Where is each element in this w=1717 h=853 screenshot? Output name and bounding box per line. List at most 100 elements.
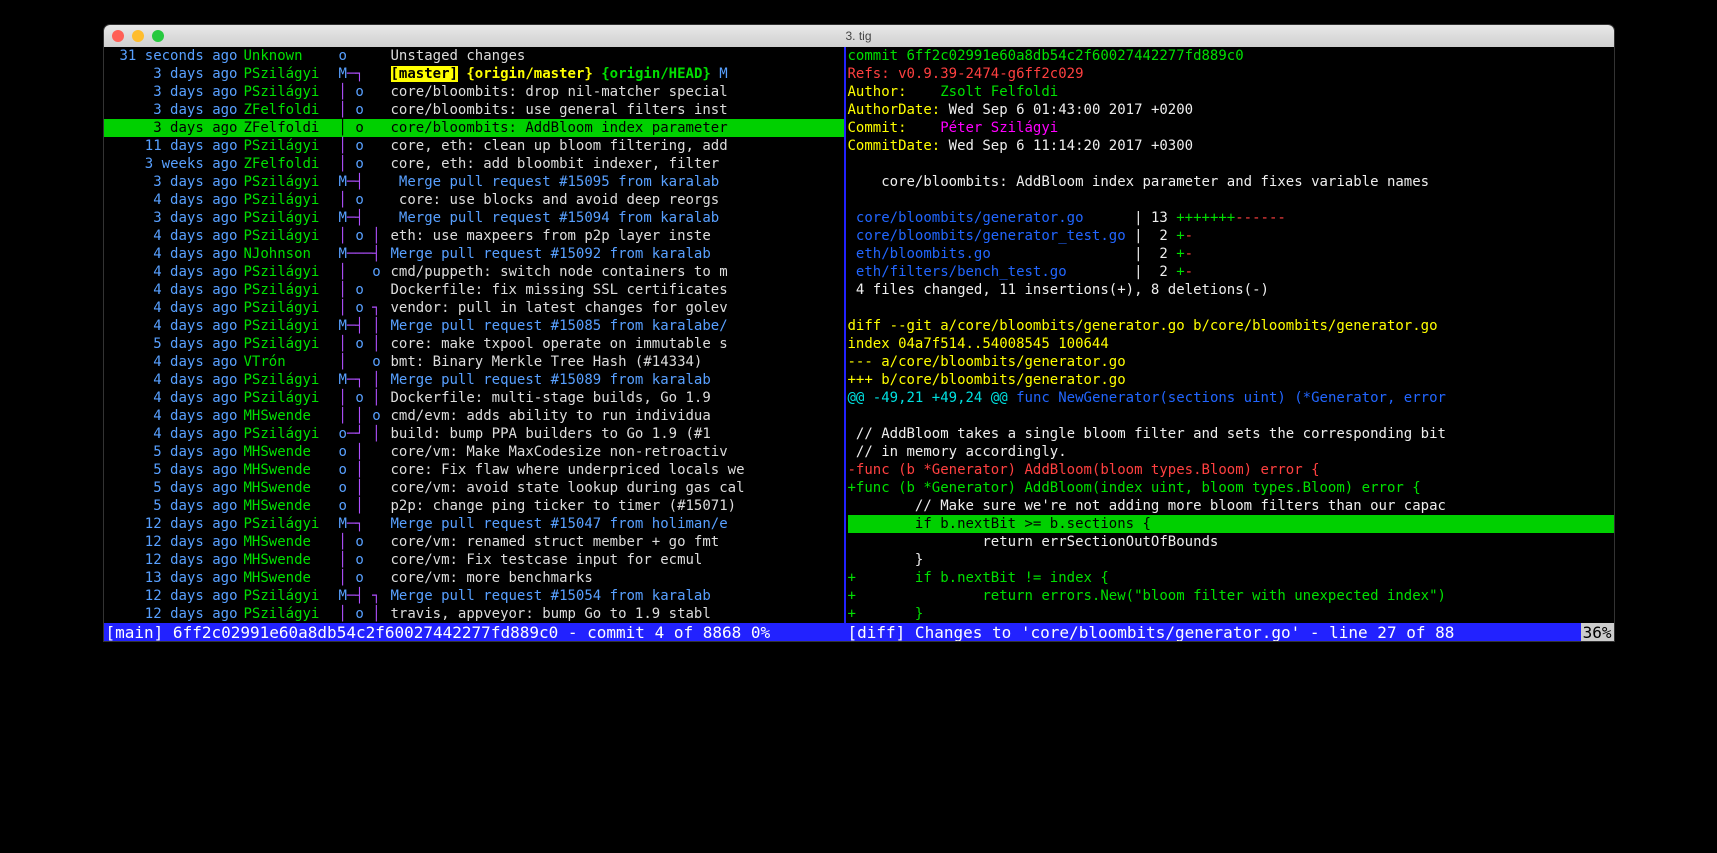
graph-column: │ o [339, 83, 391, 101]
commit-row[interactable]: 5 days agoMHSwendeo │p2p: change ping ti… [104, 497, 844, 515]
commit-author: PSzilágyi [244, 299, 339, 317]
commit-date: 12 days ago [104, 533, 244, 551]
diff-pane[interactable]: commit 6ff2c02991e60a8db54c2f60027442277… [844, 47, 1614, 623]
commit-date: 4 days ago [104, 281, 244, 299]
commit-list-pane[interactable]: 31 seconds agoUnknownoUnstaged changes3 … [104, 47, 844, 623]
commit-row[interactable]: 3 days agoPSzilágyi│ ocore/bloombits: dr… [104, 83, 844, 101]
commit-author: VTrón [244, 353, 339, 371]
terminal-content[interactable]: 31 seconds agoUnknownoUnstaged changes3 … [104, 47, 1614, 623]
commit-author: MHSwende [244, 407, 339, 425]
commit-row[interactable]: 3 days agoPSzilágyiM─┤ Merge pull reques… [104, 173, 844, 191]
commit-author: PSzilágyi [244, 137, 339, 155]
commit-date: 12 days ago [104, 605, 244, 623]
commit-row[interactable]: 3 days agoZFelfoldi│ ocore/bloombits: Ad… [104, 119, 844, 137]
commit-message: p2p: change ping ticker to timer (#15071… [391, 497, 844, 515]
graph-column: o─┘ │ [339, 425, 391, 443]
diff-line-selected: if b.nextBit >= b.sections { [846, 515, 1614, 533]
commit-message: core/vm: avoid state lookup during gas c… [391, 479, 844, 497]
commit-row[interactable]: 13 days agoMHSwende│ ocore/vm: more benc… [104, 569, 844, 587]
commit-row[interactable]: 4 days agoPSzilágyi│ o │Dockerfile: mult… [104, 389, 844, 407]
graph-column: o │ [339, 443, 391, 461]
commit-row[interactable]: 3 days agoZFelfoldi│ ocore/bloombits: us… [104, 101, 844, 119]
commit-row[interactable]: 11 days agoPSzilágyi│ ocore, eth: clean … [104, 137, 844, 155]
commit-row[interactable]: 4 days agoPSzilágyi│ o core: use blocks … [104, 191, 844, 209]
commit-date: 5 days ago [104, 497, 244, 515]
graph-column: │ o [339, 137, 391, 155]
commit-row[interactable]: 4 days agoPSzilágyio─┘ │build: bump PPA … [104, 425, 844, 443]
commit-row[interactable]: 12 days agoPSzilágyiM─┐Merge pull reques… [104, 515, 844, 533]
commit-row[interactable]: 5 days agoMHSwendeo │core/vm: avoid stat… [104, 479, 844, 497]
diff-line: } [846, 551, 1614, 569]
commit-message: core, eth: clean up bloom filtering, add [391, 137, 844, 155]
graph-column: o │ [339, 497, 391, 515]
commit-row[interactable]: 4 days agoMHSwende│ │ ocmd/evm: adds abi… [104, 407, 844, 425]
diff-line: return errSectionOutOfBounds [846, 533, 1614, 551]
commit-row[interactable]: 4 days agoPSzilágyi│ o ┐vendor: pull in … [104, 299, 844, 317]
graph-column: │ o [339, 119, 391, 137]
commit-author: PSzilágyi [244, 587, 339, 605]
commit-row[interactable]: 4 days agoVTrón│ obmt: Binary Merkle Tre… [104, 353, 844, 371]
diff-file-b: +++ b/core/bloombits/generator.go [846, 371, 1614, 389]
graph-column: │ o [339, 263, 391, 281]
close-icon[interactable] [112, 30, 124, 42]
commit-author: PSzilágyi [244, 335, 339, 353]
commit-message: Merge pull request #15092 from karalab [391, 245, 844, 263]
commit-message: core: make txpool operate on immutable s [391, 335, 844, 353]
commit-row[interactable]: 3 days agoPSzilágyiM─┐[master] {origin/m… [104, 65, 844, 83]
graph-column: o [339, 47, 391, 65]
commit-author: ZFelfoldi [244, 119, 339, 137]
commit-message: Unstaged changes [391, 47, 844, 65]
commit-author: PSzilágyi [244, 65, 339, 83]
commit-date: 3 days ago [104, 173, 244, 191]
commit-message: core/vm: Make MaxCodesize non-retroactiv [391, 443, 844, 461]
commit-message: Merge pull request #15054 from karalab [391, 587, 844, 605]
commit-author: PSzilágyi [244, 173, 339, 191]
commit-author: PSzilágyi [244, 83, 339, 101]
commit-row[interactable]: 4 days agoPSzilágyi│ o │eth: use maxpeer… [104, 227, 844, 245]
titlebar[interactable]: 3. tig [104, 25, 1614, 47]
commit-row[interactable]: 31 seconds agoUnknownoUnstaged changes [104, 47, 844, 65]
commit-row[interactable]: 12 days agoPSzilágyiM─┤ ┐Merge pull requ… [104, 587, 844, 605]
graph-column: │ │ o [339, 407, 391, 425]
graph-column: M─┤ │ [339, 317, 391, 335]
commit-date: 12 days ago [104, 551, 244, 569]
commit-row[interactable]: 12 days agoMHSwende│ ocore/vm: Fix testc… [104, 551, 844, 569]
commit-author: PSzilágyi [244, 263, 339, 281]
commit-row[interactable]: 4 days agoPSzilágyi│ ocmd/puppeth: switc… [104, 263, 844, 281]
commit-row[interactable]: 5 days agoPSzilágyi│ o │core: make txpoo… [104, 335, 844, 353]
commit-row[interactable]: 4 days agoPSzilágyi│ oDockerfile: fix mi… [104, 281, 844, 299]
commit-subject: core/bloombits: AddBloom index parameter… [846, 173, 1614, 191]
commit-date: 4 days ago [104, 425, 244, 443]
commit-author: ZFelfoldi [244, 101, 339, 119]
commit-row[interactable]: 3 days agoPSzilágyiM─┤ Merge pull reques… [104, 209, 844, 227]
commit-row[interactable]: 12 days agoMHSwende│ ocore/vm: renamed s… [104, 533, 844, 551]
commit-message: Dockerfile: fix missing SSL certificates [391, 281, 844, 299]
commit-date: 3 days ago [104, 119, 244, 137]
commit-row[interactable]: 5 days agoMHSwendeo │core/vm: Make MaxCo… [104, 443, 844, 461]
commit-message: core: use blocks and avoid deep reorgs [391, 191, 844, 209]
commit-row[interactable]: 4 days agoPSzilágyiM─┤ │Merge pull reque… [104, 317, 844, 335]
commit-row[interactable]: 4 days agoNJohnsonM───┤Merge pull reques… [104, 245, 844, 263]
commit-message: cmd/evm: adds ability to run individua [391, 407, 844, 425]
graph-column: M─┐ [339, 65, 391, 83]
author-date: AuthorDate: Wed Sep 6 01:43:00 2017 +020… [846, 101, 1614, 119]
minimize-icon[interactable] [132, 30, 144, 42]
traffic-lights [112, 30, 164, 42]
commit-row[interactable]: 4 days agoPSzilágyiM─┐ │Merge pull reque… [104, 371, 844, 389]
commit-date: 5 days ago [104, 461, 244, 479]
commit-row[interactable]: 5 days agoMHSwendeo │core: Fix flaw wher… [104, 461, 844, 479]
terminal-window: 3. tig 31 seconds agoUnknownoUnstaged ch… [104, 25, 1614, 641]
maximize-icon[interactable] [152, 30, 164, 42]
status-left: [main] 6ff2c02991e60a8db54c2f60027442277… [104, 623, 844, 641]
commit-message: Merge pull request #15095 from karalab [391, 173, 844, 191]
graph-column: M─┐ │ [339, 371, 391, 389]
diffstat-file: core/bloombits/generator.go | 13 +++++++… [846, 209, 1614, 227]
commit-author: ZFelfoldi [244, 155, 339, 173]
commit-row[interactable]: 3 weeks agoZFelfoldi│ ocore, eth: add bl… [104, 155, 844, 173]
status-right: [diff] Changes to 'core/bloombits/genera… [844, 623, 1614, 641]
commit-date: 11 days ago [104, 137, 244, 155]
commit-message: core/bloombits: AddBloom index parameter [391, 119, 844, 137]
graph-column: M─┐ [339, 515, 391, 533]
commit-row[interactable]: 12 days agoPSzilágyi│ o │travis, appveyo… [104, 605, 844, 623]
graph-column: │ o ┐ [339, 299, 391, 317]
